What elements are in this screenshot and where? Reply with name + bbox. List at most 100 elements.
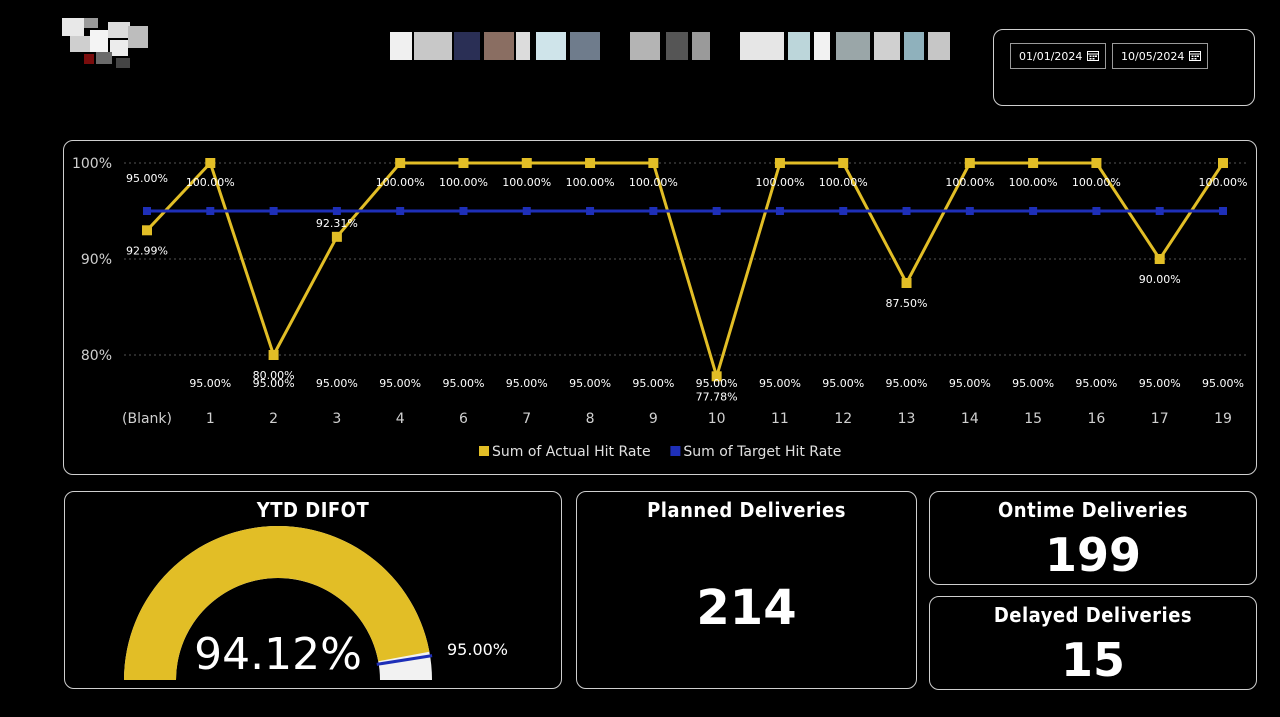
x-tick-label: 10 xyxy=(708,411,726,427)
data-point-marker xyxy=(775,207,784,215)
data-point-marker xyxy=(965,207,974,215)
target-data-label: 95.00% xyxy=(379,377,421,390)
data-point-marker xyxy=(1029,207,1038,215)
data-point-marker xyxy=(902,207,911,215)
actual-data-label: 100.00% xyxy=(755,176,804,189)
delayed-deliveries-title: Delayed Deliveries xyxy=(993,603,1193,627)
x-tick-label: 2 xyxy=(269,411,278,427)
actual-data-label: 100.00% xyxy=(502,176,551,189)
target-data-label: 95.00% xyxy=(253,377,295,390)
actual-data-label: 100.00% xyxy=(945,176,994,189)
x-tick-label: 15 xyxy=(1024,411,1042,427)
y-tick-label: 100% xyxy=(72,156,112,172)
hit-rate-line-chart: 100%90%80%(Blank) 1 2 3 4 6 7 8 9 10 11 12 13 14 15 16 1… xyxy=(72,156,1248,460)
data-point-marker xyxy=(712,207,721,215)
x-tick-label: 6 xyxy=(459,411,468,427)
actual-data-label: 100.00% xyxy=(186,176,235,189)
data-point-marker xyxy=(396,207,405,215)
target-data-label: 95.00% xyxy=(1075,377,1117,390)
y-tick-label: 90% xyxy=(81,252,112,268)
x-tick-label: 11 xyxy=(771,411,789,427)
target-data-label: 95.00% xyxy=(316,377,358,390)
actual-data-label: 92.99% xyxy=(126,244,168,257)
actual-data-label: 100.00% xyxy=(1199,176,1248,189)
target-data-label: 95.00% xyxy=(1202,377,1244,390)
x-tick-label: 3 xyxy=(332,411,341,427)
x-tick-label: 4 xyxy=(396,411,405,427)
data-point-marker xyxy=(839,207,848,215)
actual-data-label: 100.00% xyxy=(376,176,425,189)
data-point-marker xyxy=(522,207,531,215)
data-point-marker xyxy=(649,207,658,215)
x-tick-label: 1 xyxy=(206,411,215,427)
data-point-marker xyxy=(1028,158,1039,168)
actual-data-label: 100.00% xyxy=(566,176,615,189)
x-tick-label: 13 xyxy=(898,411,916,427)
data-point-marker xyxy=(269,207,278,215)
end-date-input[interactable]: 10/05/2024 xyxy=(1112,43,1208,69)
data-point-marker xyxy=(838,158,849,168)
legend-label: Sum of Actual Hit Rate xyxy=(492,444,651,460)
x-tick-label: 9 xyxy=(649,411,658,427)
x-tick-label: 14 xyxy=(961,411,979,427)
x-tick-label: 17 xyxy=(1151,411,1169,427)
target-data-label: 95.00% xyxy=(126,172,168,185)
data-point-marker xyxy=(648,158,659,168)
actual-data-label: 100.00% xyxy=(629,176,678,189)
start-date-value: 01/01/2024 xyxy=(1019,49,1083,63)
target-data-label: 95.00% xyxy=(506,377,548,390)
data-point-marker xyxy=(964,158,975,168)
difot-gauge: 94.12% 95.00% xyxy=(124,526,508,680)
data-point-marker xyxy=(458,158,469,168)
x-tick-label: (Blank) xyxy=(122,411,172,427)
calendar-icon[interactable] xyxy=(1189,50,1201,61)
planned-deliveries-card: Planned Deliveries 214 xyxy=(576,491,917,689)
data-point-marker xyxy=(205,158,216,168)
dashboard-title xyxy=(390,28,955,64)
delayed-deliveries-card: Delayed Deliveries 15 xyxy=(929,596,1257,690)
data-point-marker xyxy=(1219,207,1227,215)
data-point-marker xyxy=(268,350,279,360)
actual-data-label: 100.00% xyxy=(819,176,868,189)
target-data-label: 95.00% xyxy=(696,377,738,390)
calendar-icon[interactable] xyxy=(1087,50,1099,61)
data-point-marker xyxy=(395,158,406,168)
planned-deliveries-value: 214 xyxy=(696,580,797,636)
target-data-label: 95.00% xyxy=(759,377,801,390)
legend-label: Sum of Target Hit Rate xyxy=(683,444,841,460)
actual-data-label: 100.00% xyxy=(439,176,488,189)
gauge-value-label: 94.12% xyxy=(194,629,362,680)
target-data-label: 95.00% xyxy=(632,377,674,390)
target-data-label: 95.00% xyxy=(442,377,484,390)
ontime-deliveries-card: Ontime Deliveries 199 xyxy=(929,491,1257,585)
date-range-slicer: 01/01/2024 10/05/2024 xyxy=(993,29,1255,106)
data-point-marker xyxy=(1091,158,1102,168)
data-point-marker xyxy=(774,158,785,168)
data-point-marker xyxy=(901,278,912,288)
legend-swatch xyxy=(670,446,681,456)
y-tick-label: 80% xyxy=(81,348,112,364)
data-point-marker xyxy=(1154,254,1165,264)
target-data-label: 95.00% xyxy=(822,377,864,390)
target-data-label: 95.00% xyxy=(189,377,231,390)
series-line-actual xyxy=(145,161,1225,378)
planned-deliveries-title: Planned Deliveries xyxy=(647,498,846,522)
data-point-marker xyxy=(1092,207,1101,215)
data-point-marker xyxy=(586,207,595,215)
target-data-label: 95.00% xyxy=(886,377,928,390)
actual-data-label: 87.50% xyxy=(886,297,928,310)
data-point-marker xyxy=(331,231,342,242)
x-tick-label: 12 xyxy=(834,411,852,427)
legend-swatch xyxy=(479,446,489,456)
target-data-label: 95.00% xyxy=(1139,377,1181,390)
actual-data-label: 77.78% xyxy=(696,390,738,403)
ontime-deliveries-value: 199 xyxy=(1044,528,1142,582)
data-point-marker xyxy=(459,207,468,215)
start-date-input[interactable]: 01/01/2024 xyxy=(1010,43,1106,69)
data-point-marker xyxy=(521,158,532,168)
data-point-marker xyxy=(142,225,152,236)
target-data-label: 95.00% xyxy=(949,377,991,390)
actual-data-label: 100.00% xyxy=(1072,176,1121,189)
gauge-target-label: 95.00% xyxy=(447,640,508,659)
data-point-marker xyxy=(206,207,215,215)
